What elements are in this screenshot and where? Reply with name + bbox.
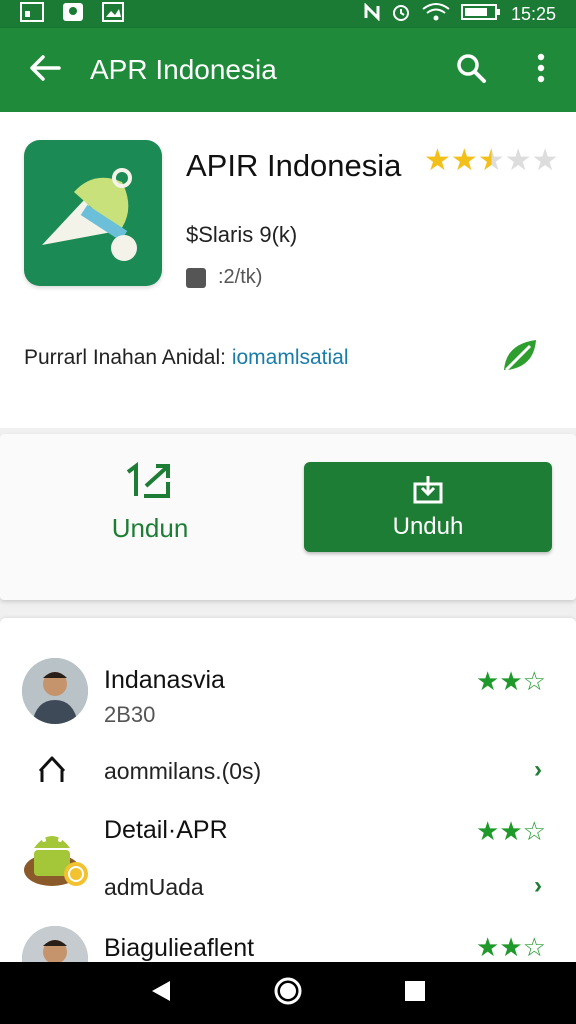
- actions-card: Undun Unduh: [0, 434, 576, 600]
- star-full-icon: ★: [476, 816, 500, 846]
- avatar: [22, 658, 88, 724]
- nav-back-button[interactable]: [150, 979, 172, 1008]
- leaf-icon: [500, 336, 540, 381]
- unduh-label: Unduh: [392, 513, 464, 540]
- star-empty-icon: ☆: [522, 666, 546, 696]
- star-full-icon: ★: [499, 816, 523, 846]
- star-empty-icon: ★: [531, 144, 559, 177]
- star-full-icon: ★: [499, 666, 523, 696]
- star-full-icon: ★: [499, 932, 523, 962]
- app-header-card: APIR Indonesia ★ ★ ★ ★ ★ $Slaris 9(k) :2…: [0, 112, 576, 428]
- star-full-icon: ★: [424, 144, 451, 177]
- circle-home-icon: [274, 977, 302, 1004]
- list-item-text: aommilans.(0s): [104, 758, 262, 784]
- star-full-icon: ★: [476, 666, 500, 696]
- undun-button[interactable]: Undun: [80, 462, 220, 572]
- upload-arrow-icon: [36, 754, 68, 791]
- app-bar-title: APR Indonesia: [90, 54, 277, 85]
- list-item-title: Detail·APR: [104, 816, 228, 844]
- meta-text: :2/tk): [218, 266, 263, 288]
- provider-row: Purrarl Inahan Anidal: iomamlsatial: [24, 346, 349, 370]
- rating-stars: ★ ★ ★ ★ ★: [424, 146, 559, 176]
- star-empty-icon: ★: [504, 144, 532, 177]
- app-name: APIR Indonesia: [186, 148, 402, 183]
- square-recents-icon: [404, 980, 425, 1001]
- more-vert-icon: [537, 53, 545, 88]
- list-item-stars: ★ ★ ☆: [476, 668, 546, 694]
- star-empty-icon: ☆: [522, 932, 546, 962]
- triangle-back-icon: [152, 980, 171, 1001]
- star-full-icon: ★: [476, 932, 500, 962]
- alarm-icon: [391, 2, 411, 27]
- chevron-right-icon: ›: [534, 756, 542, 783]
- list-item-stars: ★ ★ ☆: [476, 818, 546, 844]
- undun-label: Undun: [111, 513, 189, 543]
- app-bar: APR Indonesia: [0, 28, 576, 112]
- search-icon: [455, 52, 487, 89]
- nfc-icon: [363, 1, 381, 26]
- back-button[interactable]: [0, 28, 90, 112]
- wifi-icon: [421, 2, 451, 27]
- app-icon: [24, 140, 162, 286]
- battery-icon: [460, 3, 501, 26]
- status-time: 15:25: [510, 3, 556, 24]
- overflow-menu-button[interactable]: [506, 28, 576, 112]
- provider-link[interactable]: iomamlsatial: [232, 346, 349, 369]
- nav-recents-button[interactable]: [404, 980, 426, 1007]
- image-icon: [102, 1, 124, 27]
- list-item-title: Biagulieaflent: [104, 934, 255, 962]
- star-full-icon: ★: [450, 144, 478, 177]
- share-icon: [124, 462, 176, 506]
- details-list: Indanasvia 2B30 ★ ★ ☆ aommilans.(0s) › D…: [0, 618, 576, 992]
- meta-row: :2/tk): [186, 266, 262, 289]
- shield-icon: [62, 2, 84, 27]
- search-button[interactable]: [436, 28, 506, 112]
- arrow-left-icon: [29, 54, 61, 87]
- list-item-subtitle: 2B30: [104, 702, 156, 727]
- android-icon: [22, 818, 92, 895]
- unduh-button[interactable]: Unduh: [304, 462, 552, 552]
- nav-home-button[interactable]: [273, 976, 303, 1011]
- star-empty-icon: ☆: [522, 816, 546, 846]
- system-nav-bar: [0, 962, 576, 1024]
- status-bar: 15:25: [0, 0, 576, 28]
- list-item-text: admUada: [104, 874, 204, 900]
- download-icon: [412, 476, 444, 508]
- gallery-icon: [20, 1, 44, 27]
- content-rating-icon: [186, 267, 206, 288]
- chevron-right-icon: ›: [534, 872, 542, 899]
- star-half-icon: ★: [477, 144, 505, 177]
- list-item-title: Indanasvia: [104, 666, 225, 694]
- price-text: $Slaris 9(k): [186, 222, 298, 247]
- provider-label: Purrarl Inahan Anidal:: [24, 346, 226, 369]
- list-item-stars: ★ ★ ☆: [476, 934, 546, 960]
